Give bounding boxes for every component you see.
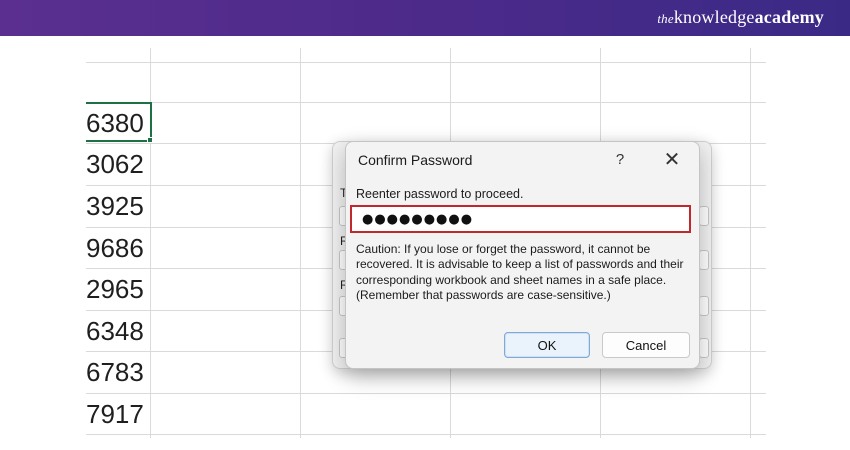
grid-row-line bbox=[86, 102, 766, 103]
grid-row-line bbox=[86, 434, 766, 435]
cell-value[interactable]: 3062 bbox=[86, 144, 150, 184]
parent-field bbox=[699, 338, 709, 358]
brand-logo: theknowledgeacademy bbox=[657, 7, 824, 28]
ok-button[interactable]: OK bbox=[504, 332, 590, 358]
reenter-password-input[interactable] bbox=[350, 205, 691, 233]
help-icon[interactable]: ? bbox=[608, 148, 632, 172]
parent-field bbox=[699, 296, 709, 316]
confirm-password-dialog: Confirm Password ? ✕ Reenter password to… bbox=[345, 141, 700, 369]
close-icon[interactable]: ✕ bbox=[658, 148, 686, 172]
brand-the: the bbox=[657, 11, 674, 26]
parent-field bbox=[699, 206, 709, 226]
cell-value[interactable]: 6348 bbox=[86, 311, 150, 351]
grid-row-line bbox=[86, 62, 766, 63]
cell-value[interactable]: 7917 bbox=[86, 394, 150, 434]
dialog-title: Confirm Password bbox=[358, 152, 473, 168]
caution-text: Caution: If you lose or forget the passw… bbox=[356, 242, 684, 302]
grid-column-line bbox=[300, 48, 301, 438]
brand-banner: theknowledgeacademy bbox=[0, 0, 850, 36]
fill-handle[interactable] bbox=[147, 137, 153, 143]
cell-value[interactable]: 2965 bbox=[86, 269, 150, 309]
cell-value[interactable]: 3925 bbox=[86, 186, 150, 226]
parent-field bbox=[699, 250, 709, 270]
grid-row-line bbox=[86, 393, 766, 394]
cell-value[interactable]: 9686 bbox=[86, 228, 150, 268]
active-cell-border bbox=[86, 102, 152, 142]
brand-knowledge: knowledge bbox=[673, 7, 755, 27]
grid-column-line bbox=[750, 48, 751, 438]
password-prompt-label: Reenter password to proceed. bbox=[356, 187, 524, 201]
cancel-button[interactable]: Cancel bbox=[602, 332, 690, 358]
brand-academy: academy bbox=[754, 7, 824, 27]
cell-value[interactable]: 6783 bbox=[86, 352, 150, 392]
